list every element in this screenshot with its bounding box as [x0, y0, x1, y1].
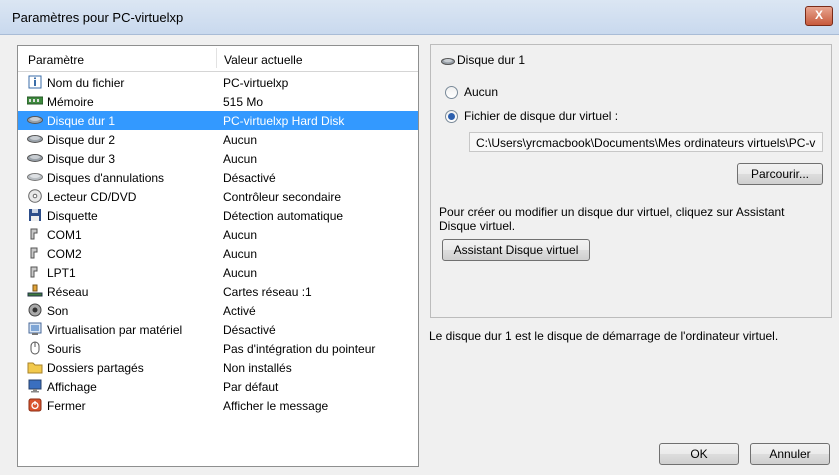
- item-value: Désactivé: [223, 171, 276, 185]
- item-value: Par défaut: [223, 380, 279, 394]
- item-value: Non installés: [223, 361, 292, 375]
- close-power-icon: [27, 398, 43, 412]
- list-item[interactable]: Disquette Détection automatique: [18, 206, 418, 225]
- list-item[interactable]: Virtualisation par matériel Désactivé: [18, 320, 418, 339]
- floppy-icon: [27, 208, 43, 222]
- list-item[interactable]: COM1 Aucun: [18, 225, 418, 244]
- item-name: Affichage: [47, 380, 97, 394]
- title-bar: Paramètres pour PC-virtuelxp X: [0, 0, 839, 35]
- list-item[interactable]: Disque dur 2 Aucun: [18, 130, 418, 149]
- list-item[interactable]: Dossiers partagés Non installés: [18, 358, 418, 377]
- item-value: Aucun: [223, 266, 258, 280]
- item-value: Cartes réseau :1: [223, 285, 312, 299]
- radio-none[interactable]: Aucun: [445, 85, 498, 99]
- ok-button[interactable]: OK: [659, 443, 739, 465]
- list-item[interactable]: Son Activé: [18, 301, 418, 320]
- item-value: PC-virtuelxp Hard Disk: [223, 114, 345, 128]
- column-header-value[interactable]: Valeur actuelle: [224, 53, 303, 67]
- radio-vhd-label: Fichier de disque dur virtuel :: [464, 109, 619, 123]
- hard-disk-icon: [27, 151, 43, 165]
- browse-button[interactable]: Parcourir...: [737, 163, 823, 185]
- radio-vhd-indicator[interactable]: [445, 109, 458, 123]
- item-value: Aucun: [223, 152, 258, 166]
- port-icon: [27, 246, 43, 260]
- vhd-path-field[interactable]: C:\Users\yrcmacbook\Documents\Mes ordina…: [469, 132, 823, 152]
- list-item-selected[interactable]: Disque dur 1 PC-virtuelxp Hard Disk: [18, 111, 418, 130]
- sound-icon: [27, 303, 43, 317]
- display-icon: [27, 379, 43, 393]
- item-name: Disquette: [47, 209, 98, 223]
- list-item[interactable]: Disques d'annulations Désactivé: [18, 168, 418, 187]
- radio-none-indicator[interactable]: [445, 85, 458, 99]
- list-header: Paramètre Valeur actuelle: [18, 46, 418, 72]
- column-header-param[interactable]: Paramètre: [28, 53, 84, 67]
- mouse-icon: [27, 341, 43, 355]
- radio-none-label: Aucun: [464, 85, 499, 99]
- item-value: Aucun: [223, 247, 258, 261]
- item-name: COM2: [47, 247, 82, 261]
- item-value: Afficher le message: [223, 399, 329, 413]
- item-name: Son: [47, 304, 69, 318]
- hard-disk-icon: [441, 55, 455, 69]
- item-value: Pas d'intégration du pointeur: [223, 342, 376, 356]
- item-value: Contrôleur secondaire: [223, 190, 342, 204]
- item-value: PC-virtuelxp: [223, 76, 289, 90]
- item-name: Nom du fichier: [47, 76, 125, 90]
- cancel-button[interactable]: Annuler: [750, 443, 830, 465]
- item-name: Disque dur 1: [47, 114, 116, 128]
- info-icon: [27, 75, 43, 89]
- item-name: Mémoire: [47, 95, 94, 109]
- memory-icon: [27, 94, 43, 108]
- cd-dvd-icon: [27, 189, 43, 203]
- list-item[interactable]: Mémoire 515 Mo: [18, 92, 418, 111]
- list-item[interactable]: Fermer Afficher le message: [18, 396, 418, 415]
- settings-list[interactable]: Paramètre Valeur actuelle Nom du fichier…: [17, 45, 419, 467]
- close-button[interactable]: X: [805, 6, 833, 26]
- item-name: LPT1: [47, 266, 76, 280]
- detail-title-text: Disque dur 1: [457, 53, 526, 67]
- item-name: Souris: [47, 342, 82, 356]
- detail-description: Pour créer ou modifier un disque dur vir…: [439, 205, 785, 233]
- radio-vhd[interactable]: Fichier de disque dur virtuel :: [445, 109, 618, 123]
- item-name: Réseau: [47, 285, 89, 299]
- list-item[interactable]: Lecteur CD/DVD Contrôleur secondaire: [18, 187, 418, 206]
- hardware-virtualization-icon: [27, 322, 43, 336]
- window-title: Paramètres pour PC-virtuelxp: [12, 10, 184, 25]
- item-name: Lecteur CD/DVD: [47, 190, 137, 204]
- item-value: 515 Mo: [223, 95, 264, 109]
- boot-disk-note: Le disque dur 1 est le disque de démarra…: [429, 329, 779, 343]
- list-item[interactable]: Disque dur 3 Aucun: [18, 149, 418, 168]
- item-name: Virtualisation par matériel: [47, 323, 183, 337]
- virtual-disk-wizard-button[interactable]: Assistant Disque virtuel: [442, 239, 590, 261]
- list-item[interactable]: Souris Pas d'intégration du pointeur: [18, 339, 418, 358]
- hard-disk-icon: [27, 132, 43, 146]
- undo-disk-icon: [27, 170, 43, 184]
- list-item[interactable]: Réseau Cartes réseau :1: [18, 282, 418, 301]
- hard-disk-icon: [27, 113, 43, 127]
- port-icon: [27, 227, 43, 241]
- list-item[interactable]: COM2 Aucun: [18, 244, 418, 263]
- item-name: Disques d'annulations: [47, 171, 165, 185]
- item-value: Aucun: [223, 133, 258, 147]
- item-name: Disque dur 3: [47, 152, 116, 166]
- folder-icon: [27, 360, 43, 374]
- column-separator[interactable]: [216, 48, 217, 68]
- item-value: Désactivé: [223, 323, 276, 337]
- item-name: Dossiers partagés: [47, 361, 144, 375]
- item-name: Disque dur 2: [47, 133, 116, 147]
- list-item[interactable]: Nom du fichier PC-virtuelxp: [18, 73, 418, 92]
- network-icon: [27, 284, 43, 298]
- detail-panel: Disque dur 1 Aucun Fichier de disque dur…: [430, 44, 832, 318]
- list-item[interactable]: Affichage Par défaut: [18, 377, 418, 396]
- item-value: Activé: [223, 304, 256, 318]
- port-icon: [27, 265, 43, 279]
- list-item[interactable]: LPT1 Aucun: [18, 263, 418, 282]
- item-name: Fermer: [47, 399, 86, 413]
- item-name: COM1: [47, 228, 82, 242]
- settings-rows: Nom du fichier PC-virtuelxp Mémoire 515 …: [18, 73, 418, 415]
- item-value: Détection automatique: [223, 209, 344, 223]
- item-value: Aucun: [223, 228, 258, 242]
